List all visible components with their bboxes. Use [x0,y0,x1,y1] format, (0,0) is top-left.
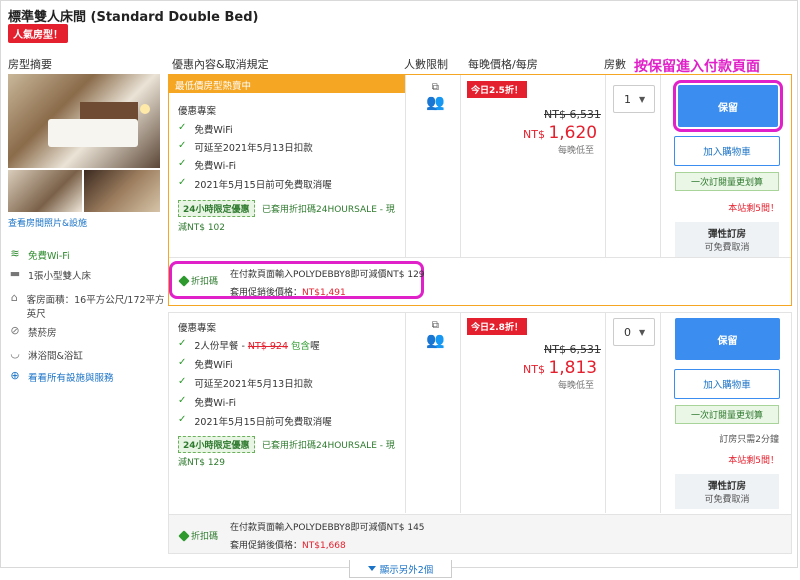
amenity-bath: ◡ 淋浴間&浴缸 [8,347,168,363]
breakfast-item: ✓ 2人份早餐 - NT$ 924 包含喔 [178,338,320,352]
flexible-booking-box: 彈性訂房 可免費取消 [675,474,779,509]
room-main-photo[interactable] [8,74,160,168]
header-offer: 優惠內容&取消規定 [172,58,269,71]
check-icon: ✓ [178,376,187,387]
check-icon: ✓ [178,122,187,133]
bath-icon: ◡ [10,347,20,360]
wifi-icon: ≋ [10,247,20,260]
bed-icon: ▬ [9,267,21,280]
persons-icon: ⧉ 👥 [426,82,445,111]
bulk-deal-tag: 一次訂閱量更划算 [675,172,779,191]
check-icon: ✓ [178,357,187,368]
promo-code-tag: 折扣碼 [178,274,218,287]
applied-code-amount: 減NT$ 102 [178,223,225,233]
promo-price-line: 套用促銷後價格：NT$1,491 [230,288,346,298]
room-thumb-photo[interactable] [84,170,160,212]
feature-item: ✓ 2021年5月15日前可免費取消喔 [178,177,332,191]
feature-item: ✓ 免費Wi-Fi [178,395,237,409]
check-icon: ✓ [178,158,187,169]
promo-code-instruction: 在付款頁面輸入POLYDEBBY8即可減價NT$ 129 [230,270,425,280]
applied-code-text: 已套用折扣碼24HOURSALE - 現 [262,441,395,451]
header-rooms: 房數 [604,58,626,71]
header-summary: 房型摘要 [8,58,52,71]
current-price: NT$ 1,813 [523,358,598,378]
rooms-left-notice: 本站剩5間！ [728,204,779,214]
lowest-price-banner: 最低價房型熱賣中 [169,75,405,93]
plan-title: 優惠專案 [178,323,217,334]
feature-item: ✓ 免費WiFi [178,357,233,371]
original-price: NT$ 6,531 [544,343,601,356]
feature-item: ✓ 免費WiFi [178,122,233,136]
amenity-bed: ▬ 1張小型雙人床 [9,267,92,283]
check-icon: ✓ [178,414,187,425]
limited-offer-tag: 24小時限定優惠 [178,436,255,453]
chevron-down-icon: ▼ [639,327,646,337]
popular-badge: 人氣房型！ [8,24,68,43]
room-title: 標準雙人床間 (Standard Double Bed) [8,10,259,25]
check-icon: ✓ [178,395,187,406]
rooms-left-notice: 本站剩5間！ [728,456,779,466]
show-more-button[interactable]: 顯示另外2個 [349,560,452,578]
promo-code-tag: 折扣碼 [178,529,218,542]
room-offer-page: 標準雙人床間 (Standard Double Bed) 人氣房型！ 房型摘要 … [0,0,800,580]
persons-icon: ⧉ 👥 [426,320,445,349]
room-photos[interactable] [8,74,160,212]
current-price: NT$ 1,620 [523,123,598,143]
promo-code-instruction: 在付款頁面輸入POLYDEBBY8即可減價NT$ 145 [230,523,425,533]
original-price: NT$ 6,531 [544,108,601,121]
bulk-deal-tag: 一次訂閱量更划算 [675,405,779,424]
discount-badge: 今日2.8折！ [467,318,527,335]
view-photos-link[interactable]: 查看房間照片&設施 [8,216,87,229]
flexible-booking-box: 彈性訂房 可免費取消 [675,222,779,257]
amenity-room-size: ⌂ 客房面積：16平方公尺/172平方英尺 [8,291,168,321]
applied-code-text: 已套用折扣碼24HOURSALE - 現 [262,205,395,215]
all-facilities-link[interactable]: ⊕ 看看所有設施與服務 [8,369,168,385]
plus-circle-icon: ⊕ [10,369,20,382]
plan-title: 優惠專案 [178,106,217,117]
booking-time-note: 訂房只需2分鐘 [719,435,779,445]
per-night-label: 每晚低至 [558,146,595,156]
check-icon: ✓ [178,177,187,188]
check-icon: ✓ [178,338,187,349]
feature-item: ✓ 可延至2021年5月13日扣款 [178,376,313,390]
feature-item: ✓ 免費Wi-Fi [178,158,237,172]
room-qty-select[interactable]: 0 ▼ [613,318,655,346]
chevron-down-icon: ▼ [639,94,646,104]
feature-item: ✓ 2021年5月15日前可免費取消喔 [178,414,332,428]
applied-code-amount: 減NT$ 129 [178,458,225,468]
limited-offer-tag: 24小時限定優惠 [178,200,255,217]
header-price: 每晚價格/每房 [468,58,538,71]
tag-icon [178,529,190,542]
add-to-cart-button[interactable]: 加入購物車 [674,136,780,166]
check-icon: ✓ [178,140,187,151]
reserve-button[interactable]: 保留 [678,85,778,127]
promo-price-line: 套用促銷後價格：NT$1,668 [230,541,346,551]
triangle-down-icon [367,566,376,571]
amenity-no-smoking: ⊘ 禁菸房 [8,324,168,340]
reserve-button[interactable]: 保留 [675,318,780,360]
no-smoking-icon: ⊘ [10,324,20,337]
room-thumb-photo[interactable] [8,170,82,212]
annotation-reserve-hint: 按保留進入付款頁面 [634,59,760,75]
tag-icon [178,274,190,287]
room-qty-select[interactable]: 1 ▼ [613,85,655,113]
amenity-wifi: ≋ 免費Wi-Fi [8,247,168,263]
house-icon: ⌂ [10,291,18,304]
feature-item: ✓ 可延至2021年5月13日扣款 [178,140,313,154]
discount-badge: 今日2.5折！ [467,81,527,98]
header-persons: 人數限制 [404,58,448,71]
per-night-label: 每晚低至 [558,381,595,391]
add-to-cart-button[interactable]: 加入購物車 [674,369,780,399]
